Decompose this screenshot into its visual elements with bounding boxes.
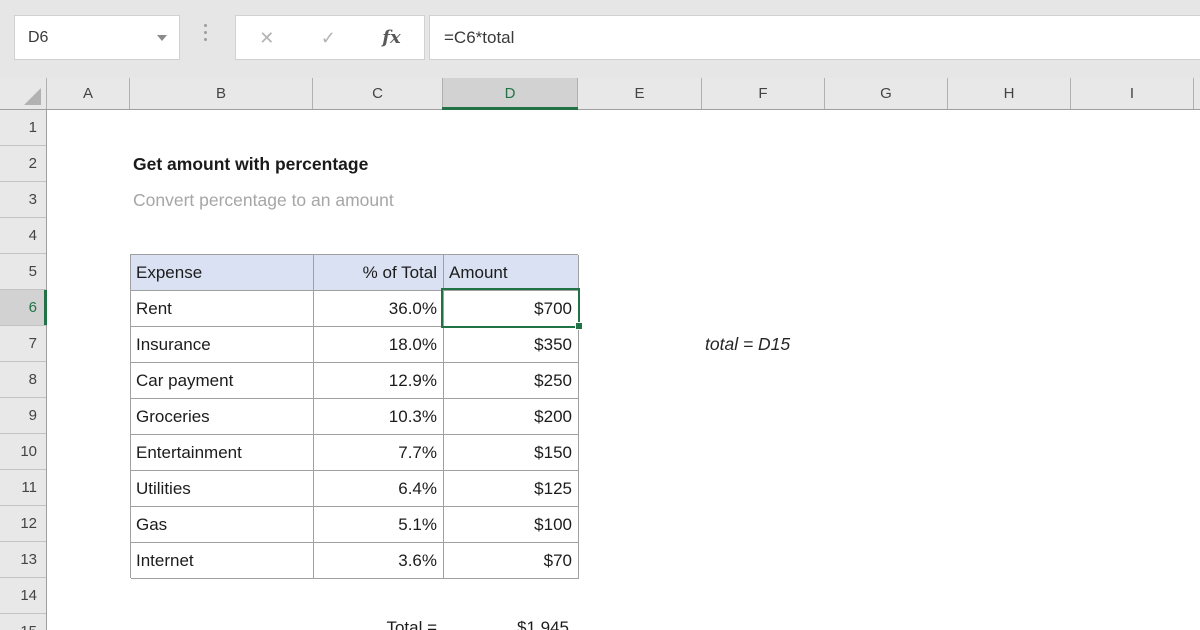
row-header-5[interactable]: 5 bbox=[0, 254, 46, 290]
cell-expense-12[interactable]: Gas bbox=[131, 507, 314, 543]
row-header-12[interactable]: 12 bbox=[0, 506, 46, 542]
chevron-down-icon[interactable] bbox=[157, 35, 167, 41]
cell-pct-7[interactable]: 18.0% bbox=[314, 327, 444, 363]
column-header-d[interactable]: D bbox=[443, 78, 578, 109]
cell-c15-total-label[interactable]: Total = bbox=[313, 614, 443, 630]
cell-pct-10[interactable]: 7.7% bbox=[314, 435, 444, 471]
drag-handle-icon bbox=[204, 24, 207, 41]
column-header-c[interactable]: C bbox=[313, 78, 443, 109]
row-header-strip: 123456789101112131415 bbox=[0, 110, 47, 630]
row-header-7[interactable]: 7 bbox=[0, 326, 46, 362]
column-header-a[interactable]: A bbox=[47, 78, 130, 109]
row-header-3[interactable]: 3 bbox=[0, 182, 46, 218]
name-box[interactable]: D6 bbox=[14, 15, 180, 60]
table-header-amount[interactable]: Amount bbox=[444, 255, 579, 291]
cell-expense-9[interactable]: Groceries bbox=[131, 399, 314, 435]
column-header-strip: ABCDEFGHI bbox=[0, 78, 1200, 110]
row-header-9[interactable]: 9 bbox=[0, 398, 46, 434]
row-header-13[interactable]: 13 bbox=[0, 542, 46, 578]
insert-function-icon[interactable]: fx bbox=[382, 29, 400, 47]
row-header-1[interactable]: 1 bbox=[0, 110, 46, 146]
cell-pct-11[interactable]: 6.4% bbox=[314, 471, 444, 507]
table-header-pct-of-total[interactable]: % of Total bbox=[314, 255, 444, 291]
cell-pct-9[interactable]: 10.3% bbox=[314, 399, 444, 435]
cell-expense-6[interactable]: Rent bbox=[131, 291, 314, 327]
row-header-6[interactable]: 6 bbox=[0, 290, 46, 326]
cell-pct-13[interactable]: 3.6% bbox=[314, 543, 444, 579]
formula-bar[interactable]: =C6*total bbox=[429, 15, 1200, 60]
name-box-value: D6 bbox=[15, 29, 157, 47]
column-header-f[interactable]: F bbox=[702, 78, 825, 109]
totals-row: Total = $1,945 bbox=[130, 614, 578, 630]
enter-icon[interactable]: ✓ bbox=[321, 29, 336, 47]
cell-amount-7[interactable]: $350 bbox=[444, 327, 579, 363]
cell-d15-total-value[interactable]: $1,945 bbox=[443, 614, 574, 630]
cell-f7-annotation[interactable]: total = D15 bbox=[705, 326, 790, 362]
formula-bar-chrome: D6 ✕ ✓ fx =C6*total bbox=[0, 0, 1200, 78]
row-header-15[interactable]: 15 bbox=[0, 614, 46, 630]
row-header-8[interactable]: 8 bbox=[0, 362, 46, 398]
cell-amount-8[interactable]: $250 bbox=[444, 363, 579, 399]
cell-amount-11[interactable]: $125 bbox=[444, 471, 579, 507]
excel-window: D6 ✕ ✓ fx =C6*total ABCDEFGHI 1234567891… bbox=[0, 0, 1200, 630]
selection-border bbox=[441, 288, 580, 328]
cell-expense-7[interactable]: Insurance bbox=[131, 327, 314, 363]
cancel-icon[interactable]: ✕ bbox=[259, 29, 274, 47]
cell-pct-6[interactable]: 36.0% bbox=[314, 291, 444, 327]
cell-amount-12[interactable]: $100 bbox=[444, 507, 579, 543]
column-header-b[interactable]: B bbox=[130, 78, 313, 109]
cell-amount-9[interactable]: $200 bbox=[444, 399, 579, 435]
column-header-e[interactable]: E bbox=[578, 78, 702, 109]
formula-button-group: ✕ ✓ fx bbox=[235, 15, 425, 60]
cell-b2-title[interactable]: Get amount with percentage bbox=[130, 146, 368, 182]
fill-handle[interactable] bbox=[575, 322, 583, 330]
cell-amount-13[interactable]: $70 bbox=[444, 543, 579, 579]
cell-expense-8[interactable]: Car payment bbox=[131, 363, 314, 399]
row-header-2[interactable]: 2 bbox=[0, 146, 46, 182]
cell-pct-12[interactable]: 5.1% bbox=[314, 507, 444, 543]
row-header-10[interactable]: 10 bbox=[0, 434, 46, 470]
sheet-area: Get amount with percentage Convert perce… bbox=[47, 110, 1200, 630]
column-header-i[interactable]: I bbox=[1071, 78, 1194, 109]
cell-expense-10[interactable]: Entertainment bbox=[131, 435, 314, 471]
row-header-11[interactable]: 11 bbox=[0, 470, 46, 506]
row-header-4[interactable]: 4 bbox=[0, 218, 46, 254]
cell-amount-10[interactable]: $150 bbox=[444, 435, 579, 471]
cell-pct-8[interactable]: 12.9% bbox=[314, 363, 444, 399]
formula-text: =C6*total bbox=[430, 28, 514, 48]
cell-b3-subtitle[interactable]: Convert percentage to an amount bbox=[130, 182, 394, 218]
select-all-triangle-icon bbox=[24, 88, 41, 105]
table-header-expense[interactable]: Expense bbox=[131, 255, 314, 291]
row-header-14[interactable]: 14 bbox=[0, 578, 46, 614]
cell-expense-13[interactable]: Internet bbox=[131, 543, 314, 579]
cell-expense-11[interactable]: Utilities bbox=[131, 471, 314, 507]
select-all-button[interactable] bbox=[0, 78, 47, 109]
column-header-g[interactable]: G bbox=[825, 78, 948, 109]
column-header-h[interactable]: H bbox=[948, 78, 1071, 109]
